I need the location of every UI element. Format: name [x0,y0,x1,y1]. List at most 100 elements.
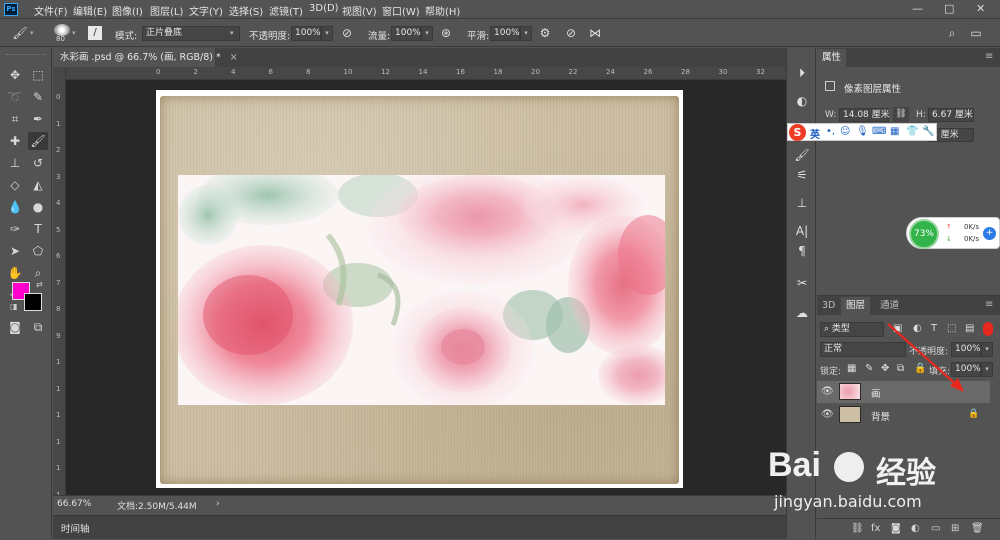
menu-item[interactable]: 帮助(H) [425,3,460,18]
flow-input[interactable]: 100% [391,26,421,41]
timeline-tab[interactable]: 时间轴 [61,521,90,535]
opacity-input[interactable]: 100% [291,26,321,41]
brush-tool-icon[interactable]: 🖌 [28,132,48,150]
document-tab-close-icon[interactable]: × [230,52,238,63]
new-group-icon[interactable]: ▭ [931,523,940,534]
mode-select[interactable]: 正片叠底 [142,26,240,41]
menu-item[interactable]: 文件(F) [34,3,68,18]
ime-voice-icon[interactable]: 🎙 [856,126,869,137]
path-select-tool-icon[interactable]: ➤ [5,242,25,260]
panel-menu-icon[interactable]: ≡ [985,51,993,62]
quick-select-tool-icon[interactable]: ✎ [28,88,48,106]
quick-mask-icon[interactable]: ◙ [5,318,25,336]
background-color-swatch[interactable] [24,293,42,311]
height-input[interactable]: 6.67 厘米 [928,108,974,122]
opacity-dropdown-icon[interactable]: ▾ [321,26,333,41]
move-tool-icon[interactable]: ✥ [5,66,25,84]
menu-item[interactable]: 图像(I) [112,3,143,18]
ime-language-toggle[interactable]: 英 [810,126,820,141]
ime-punctuation-icon[interactable]: •, [826,126,835,137]
width-input[interactable]: 14.08 厘米 [839,108,890,122]
tab-properties[interactable]: 属性 [817,49,847,67]
healing-tool-icon[interactable]: ✚ [5,132,25,150]
shape-tool-icon[interactable]: ⬠ [28,242,48,260]
ime-skin-icon[interactable]: 👕 [906,126,918,137]
menu-item[interactable]: 窗口(W) [382,3,420,18]
swap-colors-icon[interactable]: ⇄ [36,280,43,289]
link-layers-icon[interactable]: ⛓ [851,523,864,534]
pen-tool-icon[interactable]: ✑ [5,220,25,238]
add-mask-icon[interactable]: ◙ [891,523,901,534]
screen-mode-icon[interactable]: ⧉ [28,318,48,336]
crop-tool-icon[interactable]: ⌗ [5,110,25,128]
tab-3d[interactable]: 3D [817,297,840,315]
layer-row-background[interactable]: 👁 背景 🔒 [817,404,990,426]
tool-preset-dropdown-icon[interactable]: ▾ [30,29,34,37]
visibility-eye-icon[interactable]: 👁 [821,409,834,420]
tab-channels[interactable]: 通道 [875,297,904,315]
status-menu-arrow[interactable]: › [216,499,220,509]
maximize-button[interactable]: □ [944,2,954,15]
eraser-tool-icon[interactable]: ◇ [5,176,25,194]
menu-item[interactable]: 图层(L) [150,3,183,18]
minimize-button[interactable]: — [912,2,923,15]
network-speed-widget[interactable]: 73% ↑ 0K/s ↓ 0K/s + [906,217,1000,249]
layer-filter-select[interactable]: ⌕ 类型 [820,322,884,337]
libraries-panel-icon[interactable]: ☁ [793,304,811,322]
menu-item[interactable]: 视图(V) [342,3,377,18]
character-panel-icon[interactable]: A| [793,222,811,240]
fill-dropdown-icon[interactable]: ▾ [981,362,993,377]
eyedropper-tool-icon[interactable]: ✒ [28,110,48,128]
brush-settings-panel-icon[interactable]: / [88,26,102,40]
smoothing-dropdown-icon[interactable]: ▾ [520,26,532,41]
ime-keyboard-icon[interactable]: ⌨ [872,126,886,137]
menu-item[interactable]: 3D(D) [309,3,339,14]
ime-emoji-icon[interactable]: ☺ [840,126,850,137]
menu-item[interactable]: 滤镜(T) [269,3,303,18]
paragraph-panel-icon[interactable]: ¶ [793,242,811,260]
new-layer-icon[interactable]: ⊞ [951,523,959,534]
blur-tool-icon[interactable]: 💧 [5,198,25,216]
menu-item[interactable]: 文字(Y) [189,3,223,18]
menu-item[interactable]: 编辑(E) [73,3,107,18]
filter-toggle-icon[interactable] [983,322,993,336]
lock-image-icon[interactable]: ✎ [865,363,873,374]
delete-layer-icon[interactable]: 🗑 [971,523,984,534]
close-button[interactable]: ✕ [976,2,985,15]
default-colors-icon[interactable]: ◨ [10,302,18,311]
accelerate-button-icon[interactable]: + [983,227,996,240]
ime-settings-icon[interactable]: 🔧 [922,126,934,137]
ime-grid-icon[interactable]: ▦ [890,126,899,137]
smoothing-input[interactable]: 100% [490,26,520,41]
pressure-size-icon[interactable]: ⊘ [563,25,579,42]
link-icon[interactable]: ⛓ [893,107,909,122]
airbrush-icon[interactable]: ⊛ [438,25,454,42]
tab-layers[interactable]: 图层 [841,297,871,315]
marquee-tool-icon[interactable]: ⬚ [28,66,48,84]
smoothing-options-gear-icon[interactable]: ⚙ [537,25,553,42]
search-icon[interactable]: ⌕ [944,25,960,42]
hand-tool-icon[interactable]: ✋ [5,264,25,282]
brush-tool-icon[interactable]: 🖌 [12,25,28,42]
lasso-tool-icon[interactable]: ➰ [5,88,25,106]
horizontal-ruler[interactable]: 0246810121416182022242628303234 [66,67,802,80]
lock-transparent-icon[interactable]: ▦ [847,363,856,374]
layers-opacity-dropdown-icon[interactable]: ▾ [981,342,993,357]
history-brush-tool-icon[interactable]: ↺ [28,154,48,172]
adjustment-layer-icon[interactable]: ◐ [911,523,920,534]
document-tab[interactable]: 水彩画 .psd @ 66.7% (画, RGB/8) * × [53,48,238,67]
symmetry-butterfly-icon[interactable]: ⋈ [587,25,603,42]
document-canvas[interactable] [156,90,683,488]
workspace-icon[interactable]: ▭ [968,25,984,42]
fx-icon[interactable]: fx [871,523,880,534]
zoom-level[interactable]: 66.67% [57,499,91,509]
visibility-eye-icon[interactable]: 👁 [821,386,834,397]
brush-settings-panel-icon[interactable]: ⚟ [793,166,811,184]
brush-picker-chevron-icon[interactable]: ▾ [72,29,76,37]
brushes-panel-icon[interactable]: 🖌 [793,146,811,164]
dodge-tool-icon[interactable]: ● [28,198,48,216]
paint-bucket-tool-icon[interactable]: ◭ [28,176,48,194]
vertical-ruler[interactable]: 01234567891111111 [53,67,66,525]
clone-stamp-tool-icon[interactable]: ⊥ [5,154,25,172]
adjustments-panel-icon[interactable]: ◐ [793,92,811,110]
